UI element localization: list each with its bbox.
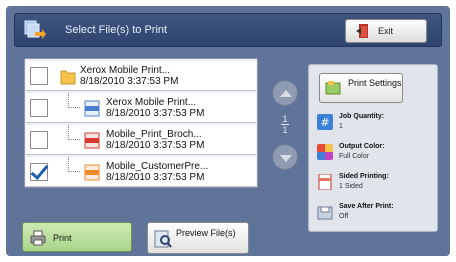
tree-connector [68,125,80,140]
scroll-up-button[interactable] [272,80,298,106]
color-palette-icon [317,144,333,160]
scroll-down-button[interactable] [272,144,298,170]
file-name: Mobile_CustomerPre... [106,161,209,172]
preview-label: Preview File(s) [176,228,236,238]
setting-title: Job Quantity: [339,113,385,120]
doc-file-icon [84,100,100,117]
setting-value: 1 [339,123,343,130]
file-name: Xerox Mobile Print... [106,97,197,108]
setting-sided-printing: Sided Printing: 1 Sided [317,173,435,199]
hash-icon: # [317,114,333,130]
file-date: 8/18/2010 3:37:53 PM [106,140,205,151]
checkbox[interactable] [30,131,48,149]
checkbox[interactable] [30,67,48,85]
print-label: Print [53,233,72,243]
select-files-icon [24,20,46,39]
settings-summary-panel: Print Settings # Job Quantity: 1 Output … [308,64,438,232]
checkbox[interactable] [30,99,48,117]
setting-output-color: Output Color: Full Color [317,143,435,169]
setting-job-quantity: # Job Quantity: 1 [317,113,435,139]
printer-icon [30,230,46,246]
file-date: 8/18/2010 3:37:53 PM [106,172,205,183]
setting-title: Output Color: [339,143,385,150]
exit-door-icon [356,24,368,38]
file-name: Mobile_Print_Broch... [106,129,202,140]
page-sided-icon [318,174,332,190]
file-row-folder[interactable]: Xerox Mobile Print... 8/18/2010 3:37:53 … [26,61,256,91]
file-list: Xerox Mobile Print... 8/18/2010 3:37:53 … [24,58,258,188]
folder-icon [60,70,76,85]
preview-icon [154,230,172,248]
file-date: 8/18/2010 3:37:53 PM [80,76,179,87]
print-settings-label: Print Settings [348,78,402,88]
tree-connector [68,93,80,108]
print-settings-button[interactable]: Print Settings [319,73,403,103]
setting-value: Off [339,213,349,220]
page-indicator: 1 1 [275,114,295,135]
file-row-ppt[interactable]: Mobile_CustomerPre... 8/18/2010 3:37:53 … [26,157,256,187]
setting-value: 1 Sided [339,183,363,190]
header-bar: Select File(s) to Print Exit [14,13,442,47]
exit-label: Exit [378,26,394,36]
file-name: Xerox Mobile Print... [80,65,171,76]
exit-button[interactable]: Exit [345,19,427,43]
pdf-file-icon [84,132,100,149]
setting-value: Full Color [339,153,369,160]
print-button[interactable]: Print [22,222,132,252]
save-icon [317,206,333,220]
preview-files-button[interactable]: Preview File(s) [147,222,249,254]
settings-folder-icon [325,81,341,95]
page-current: 1 [282,114,288,124]
tree-connector [68,157,80,172]
page-total: 1 [282,125,288,135]
setting-title: Save After Print: [339,203,394,210]
svg-text:#: # [320,116,329,129]
file-row-pdf[interactable]: Mobile_Print_Broch... 8/18/2010 3:37:53 … [26,125,256,155]
setting-title: Sided Printing: [339,173,389,180]
setting-save-after-print: Save After Print: Off [317,203,435,229]
file-row-doc[interactable]: Xerox Mobile Print... 8/18/2010 3:37:53 … [26,93,256,123]
ppt-file-icon [84,164,100,181]
page-title: Select File(s) to Print [65,24,168,36]
checkbox-checked[interactable] [30,163,48,181]
file-date: 8/18/2010 3:37:53 PM [106,108,205,119]
